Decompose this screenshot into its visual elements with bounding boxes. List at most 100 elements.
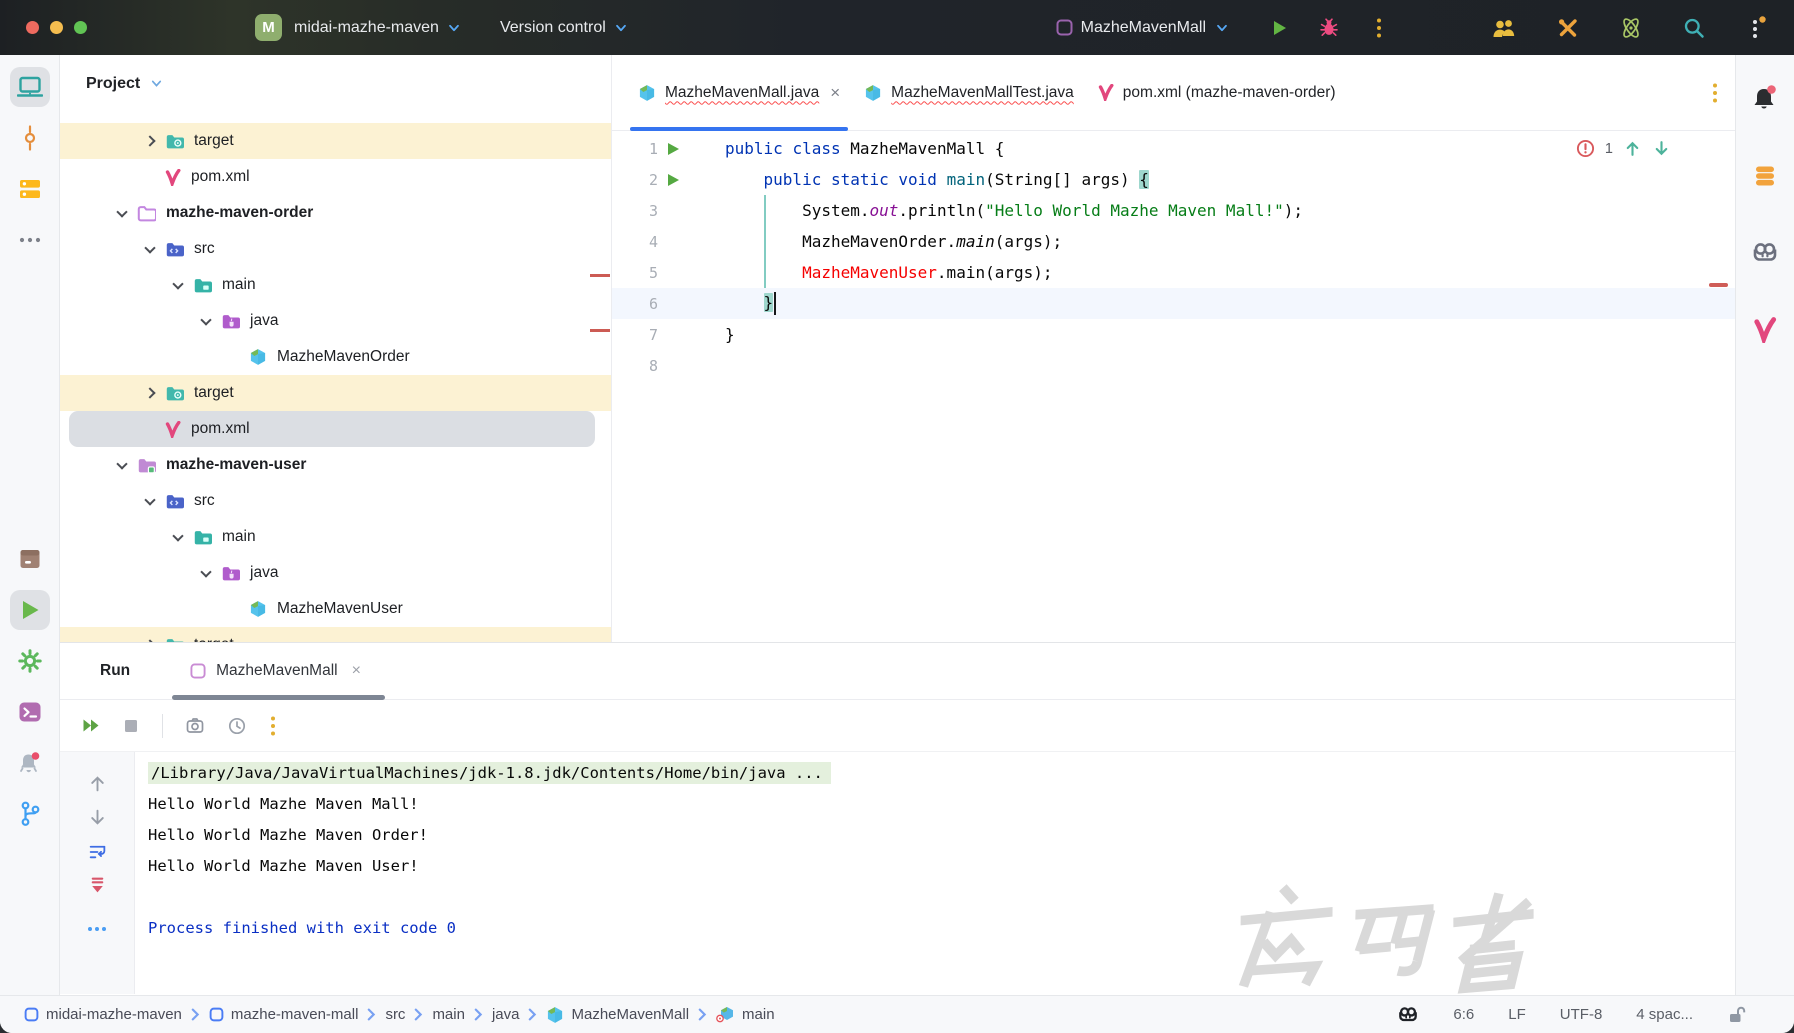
tool-window-button-run-play[interactable] xyxy=(10,590,50,630)
camera-icon[interactable] xyxy=(185,716,205,736)
tree-row[interactable]: main xyxy=(60,267,611,303)
tree-chevron-icon[interactable] xyxy=(134,641,165,642)
editor-error-stripe-mark[interactable] xyxy=(1709,283,1728,287)
editor-tab[interactable]: pom.xml (mazhe-maven-order) xyxy=(1086,55,1348,130)
tree-chevron-icon[interactable] xyxy=(134,389,165,397)
tree-row[interactable]: src xyxy=(60,231,611,267)
tree-chevron-icon[interactable] xyxy=(134,499,165,504)
vcs-widget[interactable]: Version control xyxy=(500,19,629,37)
editor-tab[interactable]: MazheMavenMallTest.java xyxy=(852,55,1086,130)
status-lock-open[interactable] xyxy=(1710,1005,1764,1025)
close-icon[interactable]: × xyxy=(352,662,361,680)
arrow-up-icon[interactable] xyxy=(88,774,107,793)
tree-chevron-icon[interactable] xyxy=(106,463,137,468)
tree-row[interactable]: java xyxy=(60,303,611,339)
close-icon[interactable]: × xyxy=(830,83,840,103)
tree-row[interactable]: MazheMavenUser xyxy=(60,591,611,627)
tree-row[interactable]: mazhe-maven-order xyxy=(60,195,611,231)
plugin-atom-button[interactable] xyxy=(1616,13,1646,43)
breadcrumb-item[interactable]: main xyxy=(432,1006,465,1023)
breadcrumb-item[interactable]: main xyxy=(716,1006,775,1023)
run-configuration-widget[interactable]: MazheMavenMall xyxy=(1056,19,1230,37)
tab-options-icon[interactable] xyxy=(1711,82,1719,104)
scroll-end-icon[interactable] xyxy=(88,876,107,895)
tool-window-button-structure[interactable] xyxy=(10,169,50,209)
status-copilot-dark[interactable] xyxy=(1380,1005,1436,1025)
window-minimize-button[interactable] xyxy=(50,21,63,34)
tree-row[interactable]: java xyxy=(60,555,611,591)
tree-chevron-icon[interactable] xyxy=(106,211,137,216)
tool-window-button-bell-badge[interactable] xyxy=(1745,79,1785,119)
tree-row[interactable]: pom.xml xyxy=(60,411,611,447)
folder-build-icon xyxy=(165,636,184,643)
rerun-icon[interactable] xyxy=(82,717,100,734)
status-widget[interactable]: LF xyxy=(1491,1006,1543,1023)
run-line-icon[interactable] xyxy=(658,174,688,186)
arrow-down-icon[interactable] xyxy=(88,808,107,827)
console-command: /Library/Java/JavaVirtualMachines/jdk-1.… xyxy=(148,762,831,784)
code-editor[interactable]: 1public class MazheMavenMall {2 public s… xyxy=(612,131,1735,641)
tool-window-button-gear[interactable] xyxy=(10,641,50,681)
tool-window-button-device[interactable] xyxy=(10,67,50,107)
project-panel-header[interactable]: Project xyxy=(60,55,611,112)
tree-chevron-icon[interactable] xyxy=(162,535,193,540)
soft-wrap-icon[interactable] xyxy=(88,842,107,861)
window-close-button[interactable] xyxy=(26,21,39,34)
tree-chevron-icon[interactable] xyxy=(134,247,165,252)
tree-row[interactable]: pom.xml xyxy=(60,159,611,195)
editor-tab[interactable]: MazheMavenMall.java× xyxy=(626,55,852,130)
tree-row[interactable]: target xyxy=(60,123,611,159)
run-line-icon[interactable] xyxy=(658,143,688,155)
prev-problem-icon[interactable] xyxy=(1623,139,1642,158)
activity-bottom xyxy=(10,539,50,845)
tools-button[interactable] xyxy=(1553,13,1583,43)
kebab-yellow-icon[interactable] xyxy=(269,715,277,737)
tool-window-button-commit[interactable] xyxy=(10,118,50,158)
search-everywhere-button[interactable] xyxy=(1679,13,1709,43)
stop-icon[interactable] xyxy=(122,717,140,735)
tree-row[interactable]: target xyxy=(60,627,611,642)
settings-menu-button[interactable] xyxy=(1742,13,1772,43)
tree-row[interactable]: target xyxy=(60,375,611,411)
code-with-me-button[interactable] xyxy=(1490,13,1520,43)
status-bar: midai-mazhe-maven mazhe-maven-mall src main… xyxy=(0,995,1794,1033)
status-widget[interactable]: 6:6 xyxy=(1436,1006,1491,1023)
tool-window-button-package-box[interactable] xyxy=(10,539,50,579)
chevron-down-icon xyxy=(1214,20,1230,36)
breadcrumb-item[interactable]: java xyxy=(492,1006,520,1023)
tree-chevron-icon[interactable] xyxy=(162,283,193,288)
breadcrumb-item[interactable]: MazheMavenMall xyxy=(546,1006,689,1024)
inspection-widget[interactable]: 1 xyxy=(1576,139,1671,158)
indent-guide xyxy=(764,195,766,288)
tree-row[interactable]: main xyxy=(60,519,611,555)
run-toolbar xyxy=(60,700,1735,752)
tool-window-button-alarm[interactable] xyxy=(10,743,50,783)
tree-row[interactable]: src xyxy=(60,483,611,519)
tree-chevron-icon[interactable] xyxy=(134,137,165,145)
run-tab[interactable]: MazheMavenMall × xyxy=(172,643,385,699)
project-tree: targetpom.xmlmazhe-maven-ordersrcmainjav… xyxy=(60,112,611,642)
breadcrumb-item[interactable]: mazhe-maven-mall xyxy=(209,1006,359,1023)
tool-window-button-terminal[interactable] xyxy=(10,692,50,732)
tree-row[interactable]: MazheMavenOrder xyxy=(60,339,611,375)
tool-window-button-more-h[interactable] xyxy=(10,220,50,260)
run-button[interactable] xyxy=(1264,13,1294,43)
project-widget[interactable]: midai-mazhe-maven xyxy=(294,19,462,37)
tool-window-button-database[interactable] xyxy=(1745,156,1785,196)
tree-chevron-icon[interactable] xyxy=(190,571,221,576)
status-widget[interactable]: UTF-8 xyxy=(1543,1006,1620,1023)
tool-window-button-maven-big[interactable] xyxy=(1745,310,1785,350)
tree-row[interactable]: mazhe-maven-user xyxy=(60,447,611,483)
tree-chevron-icon[interactable] xyxy=(190,319,221,324)
next-problem-icon[interactable] xyxy=(1652,139,1671,158)
more-blue-icon[interactable] xyxy=(87,926,107,932)
more-run-actions-button[interactable] xyxy=(1364,13,1394,43)
breadcrumb-item[interactable]: src xyxy=(385,1006,405,1023)
breadcrumb-item[interactable]: midai-mazhe-maven xyxy=(24,1006,182,1023)
tool-window-button-git-branch[interactable] xyxy=(10,794,50,834)
tool-window-button-copilot[interactable] xyxy=(1745,233,1785,273)
status-widget[interactable]: 4 spac... xyxy=(1619,1006,1710,1023)
window-zoom-button[interactable] xyxy=(74,21,87,34)
clock-icon[interactable] xyxy=(227,716,247,736)
debug-button[interactable] xyxy=(1314,13,1344,43)
